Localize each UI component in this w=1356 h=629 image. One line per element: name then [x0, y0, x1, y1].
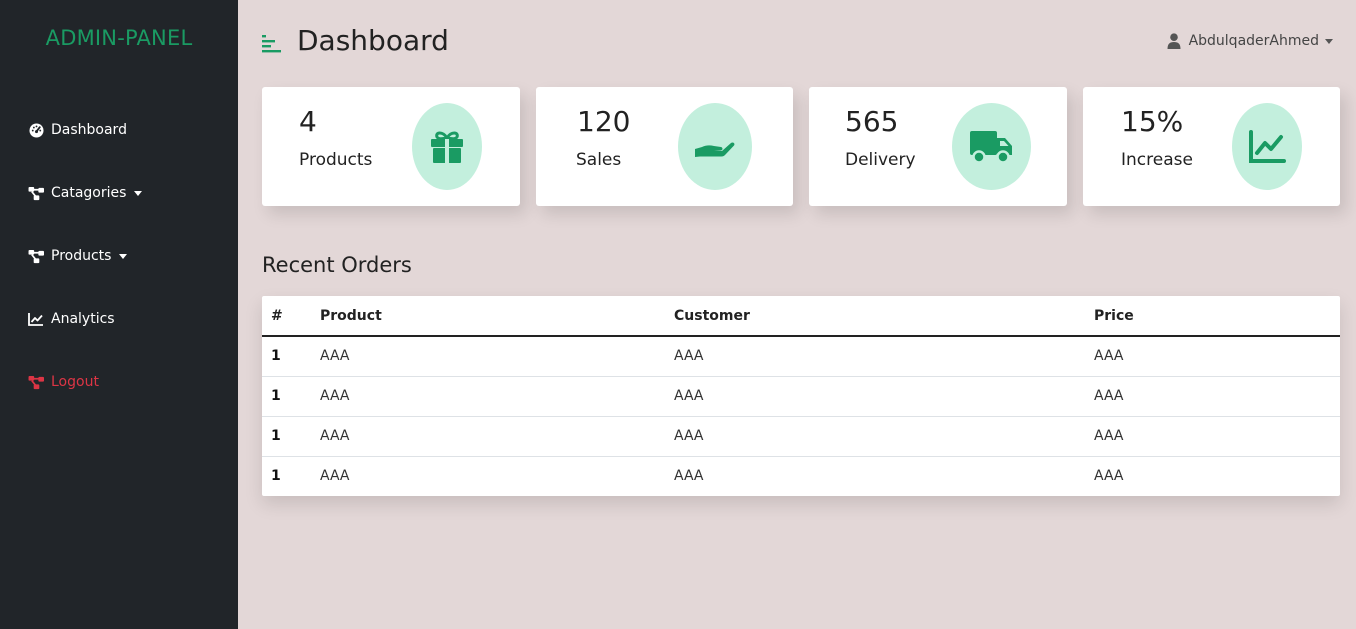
gift-icon [412, 103, 482, 190]
cell-customer: AAA [665, 376, 1085, 417]
user-icon [1167, 33, 1181, 49]
sidebar-item-dashboard[interactable]: Dashboard [27, 119, 127, 141]
chevron-down-icon [1325, 39, 1333, 44]
sidebar-item-label: Dashboard [51, 122, 127, 138]
truck-icon [952, 103, 1031, 190]
sitemap-icon [27, 373, 45, 391]
cell-index: 1 [271, 468, 281, 485]
cell-index: 1 [262, 416, 311, 457]
cell-product: AAA [311, 336, 665, 377]
stat-value: 565 [845, 105, 899, 138]
page-title: Dashboard [297, 24, 449, 57]
recent-orders-title: Recent Orders [262, 253, 412, 277]
cell-customer: AAA [674, 468, 704, 485]
line-chart-icon [27, 310, 45, 328]
table-row: 1 AAA AAA AAA [262, 376, 1340, 417]
sidebar: ADMIN-PANEL Dashboard Catagories Product… [0, 0, 238, 629]
sidebar-item-logout[interactable]: Logout [27, 371, 99, 393]
cell-product: AAA [311, 416, 665, 457]
sitemap-icon [27, 184, 45, 202]
stat-label: Products [299, 150, 373, 170]
sidebar-item-analytics[interactable]: Analytics [27, 308, 115, 330]
sidebar-item-label: Analytics [51, 311, 115, 327]
hamburger-align-left-icon[interactable] [261, 32, 283, 54]
orders-table: # Product Customer Price 1 AAA AAA AAA 1… [262, 296, 1340, 496]
cell-index: 1 [262, 376, 311, 417]
cell-product: AAA [320, 468, 350, 485]
stat-card-sales: 120 Sales [536, 87, 793, 206]
sitemap-icon [27, 247, 45, 265]
cell-price: AAA [1094, 468, 1124, 485]
stat-card-delivery: 565 Delivery [809, 87, 1067, 206]
cell-customer: AAA [665, 416, 1085, 457]
sidebar-item-label: Products [51, 248, 112, 264]
cell-price: AAA [1085, 416, 1340, 457]
brand-logo[interactable]: ADMIN-PANEL [0, 26, 238, 50]
table-header-row: # Product Customer Price [262, 296, 1340, 337]
chevron-down-icon [134, 191, 143, 196]
chart-line-icon [1232, 103, 1302, 190]
hand-holding-icon [678, 103, 752, 190]
column-header-price: Price [1085, 296, 1340, 337]
cell-customer: AAA [665, 336, 1085, 377]
stat-card-products: 4 Products [262, 87, 520, 206]
column-header-customer: Customer [665, 296, 1085, 337]
stat-value: 120 [577, 105, 631, 138]
user-name: AbdulqaderAhmed [1188, 33, 1319, 49]
user-menu-dropdown[interactable]: AbdulqaderAhmed [1167, 33, 1333, 49]
column-header-product: Product [311, 296, 665, 337]
sidebar-item-label: Catagories [51, 185, 127, 201]
table-row: 1 AAA AAA AAA [262, 336, 1340, 377]
stat-value: 15% [1121, 105, 1184, 138]
stat-card-increase: 15% Increase [1083, 87, 1340, 206]
stat-label: Sales [576, 150, 622, 170]
table-row: 1 AAA AAA AAA [262, 456, 1340, 496]
cell-price: AAA [1085, 376, 1340, 417]
chevron-down-icon [119, 254, 128, 259]
cell-price: AAA [1085, 336, 1340, 377]
table-row: 1 AAA AAA AAA [262, 416, 1340, 457]
sidebar-item-products[interactable]: Products [27, 245, 128, 267]
sidebar-item-label: Logout [51, 374, 99, 390]
column-header-index: # [262, 296, 311, 337]
sidebar-item-catagories[interactable]: Catagories [27, 182, 143, 204]
cell-index: 1 [262, 336, 311, 377]
dashboard-gauge-icon [27, 121, 45, 139]
stat-value: 4 [299, 105, 317, 138]
stat-label: Increase [1121, 150, 1193, 170]
stat-label: Delivery [845, 150, 916, 170]
cell-product: AAA [311, 376, 665, 417]
